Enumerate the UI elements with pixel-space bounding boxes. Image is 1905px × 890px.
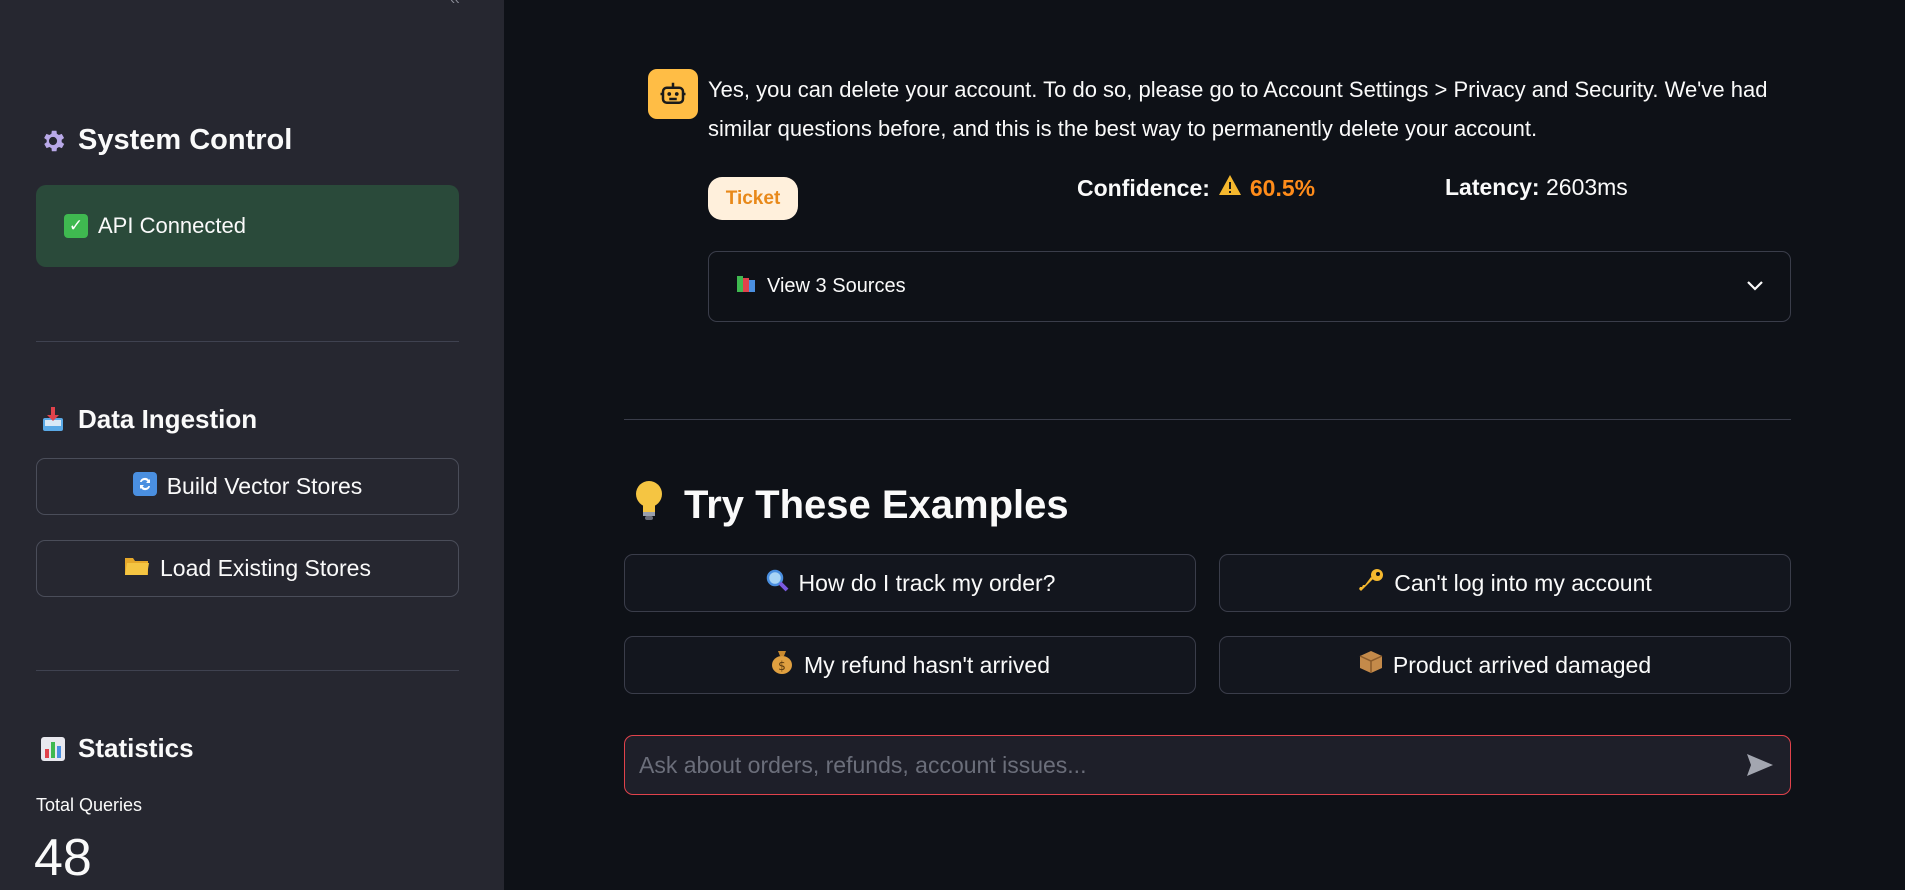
api-status-text: API Connected — [98, 213, 246, 238]
api-status-box: ✓ API Connected — [36, 185, 459, 267]
example-label: My refund hasn't arrived — [803, 651, 1050, 678]
check-mark-icon: ✓ — [64, 214, 88, 238]
load-existing-stores-label: Load Existing Stores — [160, 555, 371, 581]
view-sources-label: View 3 Sources — [767, 275, 906, 297]
robot-icon — [660, 82, 686, 104]
example-refund-button[interactable]: $ My refund hasn't arrived — [624, 636, 1196, 694]
key-icon — [1358, 568, 1384, 598]
send-icon[interactable] — [1742, 747, 1778, 783]
money-bag-icon: $ — [770, 649, 794, 681]
data-ingestion-title: Data Ingestion — [78, 404, 258, 434]
examples-title: Try These Examples — [684, 482, 1069, 527]
system-control-title: System Control — [78, 124, 293, 156]
data-ingestion-heading: Data Ingestion — [38, 404, 257, 435]
light-bulb-icon — [632, 478, 666, 532]
sidebar-divider — [36, 341, 459, 342]
sidebar: ‹‹ System Control ✓ API Connected Data I… — [0, 0, 504, 890]
main-content: Yes, you can delete your account. To do … — [504, 0, 1905, 890]
ticket-badge: Ticket — [708, 177, 798, 220]
example-track-order-button[interactable]: How do I track my order? — [624, 554, 1196, 612]
magnifier-icon — [765, 568, 789, 598]
latency-metric: Latency: 2603ms — [1445, 174, 1628, 201]
example-label: Can't log into my account — [1394, 569, 1652, 596]
latency-label: Latency: — [1445, 174, 1540, 200]
bar-chart-icon — [38, 734, 68, 764]
latency-value: 2603ms — [1545, 174, 1628, 200]
gear-icon — [38, 126, 68, 156]
chat-input[interactable] — [637, 750, 1742, 780]
confidence-label: Confidence: — [1077, 174, 1210, 201]
example-login-issue-button[interactable]: Can't log into my account — [1219, 554, 1791, 612]
example-damaged-product-button[interactable]: Product arrived damaged — [1219, 636, 1791, 694]
example-label: Product arrived damaged — [1392, 651, 1652, 678]
sidebar-divider — [36, 670, 459, 671]
assistant-avatar — [648, 69, 698, 119]
confidence-value: 60.5% — [1249, 174, 1316, 201]
content-divider — [624, 419, 1791, 420]
svg-text:$: $ — [778, 659, 786, 673]
refresh-icon — [132, 471, 157, 502]
statistics-heading: Statistics — [38, 733, 194, 764]
system-control-heading: System Control — [38, 124, 292, 157]
package-icon — [1359, 650, 1383, 680]
total-queries-label: Total Queries — [36, 795, 143, 815]
load-existing-stores-button[interactable]: Load Existing Stores — [36, 540, 459, 597]
books-icon — [735, 274, 759, 300]
build-vector-stores-button[interactable]: Build Vector Stores — [36, 458, 459, 515]
chevron-down-icon — [1746, 275, 1764, 298]
statistics-title: Statistics — [78, 733, 194, 763]
build-vector-stores-label: Build Vector Stores — [166, 473, 363, 499]
assistant-message: Yes, you can delete your account. To do … — [708, 77, 1768, 141]
confidence-metric: Confidence: 60.5% — [1077, 174, 1315, 202]
example-label: How do I track my order? — [798, 569, 1056, 596]
total-queries-value: 48 — [34, 829, 92, 887]
collapse-sidebar-icon[interactable]: ‹‹ — [444, 0, 466, 6]
inbox-tray-icon — [38, 405, 68, 435]
warning-icon — [1218, 174, 1242, 202]
folder-icon — [124, 555, 150, 583]
examples-heading: Try These Examples — [632, 478, 1069, 532]
chat-input-container — [624, 735, 1791, 795]
view-sources-expander[interactable]: View 3 Sources — [708, 251, 1791, 322]
